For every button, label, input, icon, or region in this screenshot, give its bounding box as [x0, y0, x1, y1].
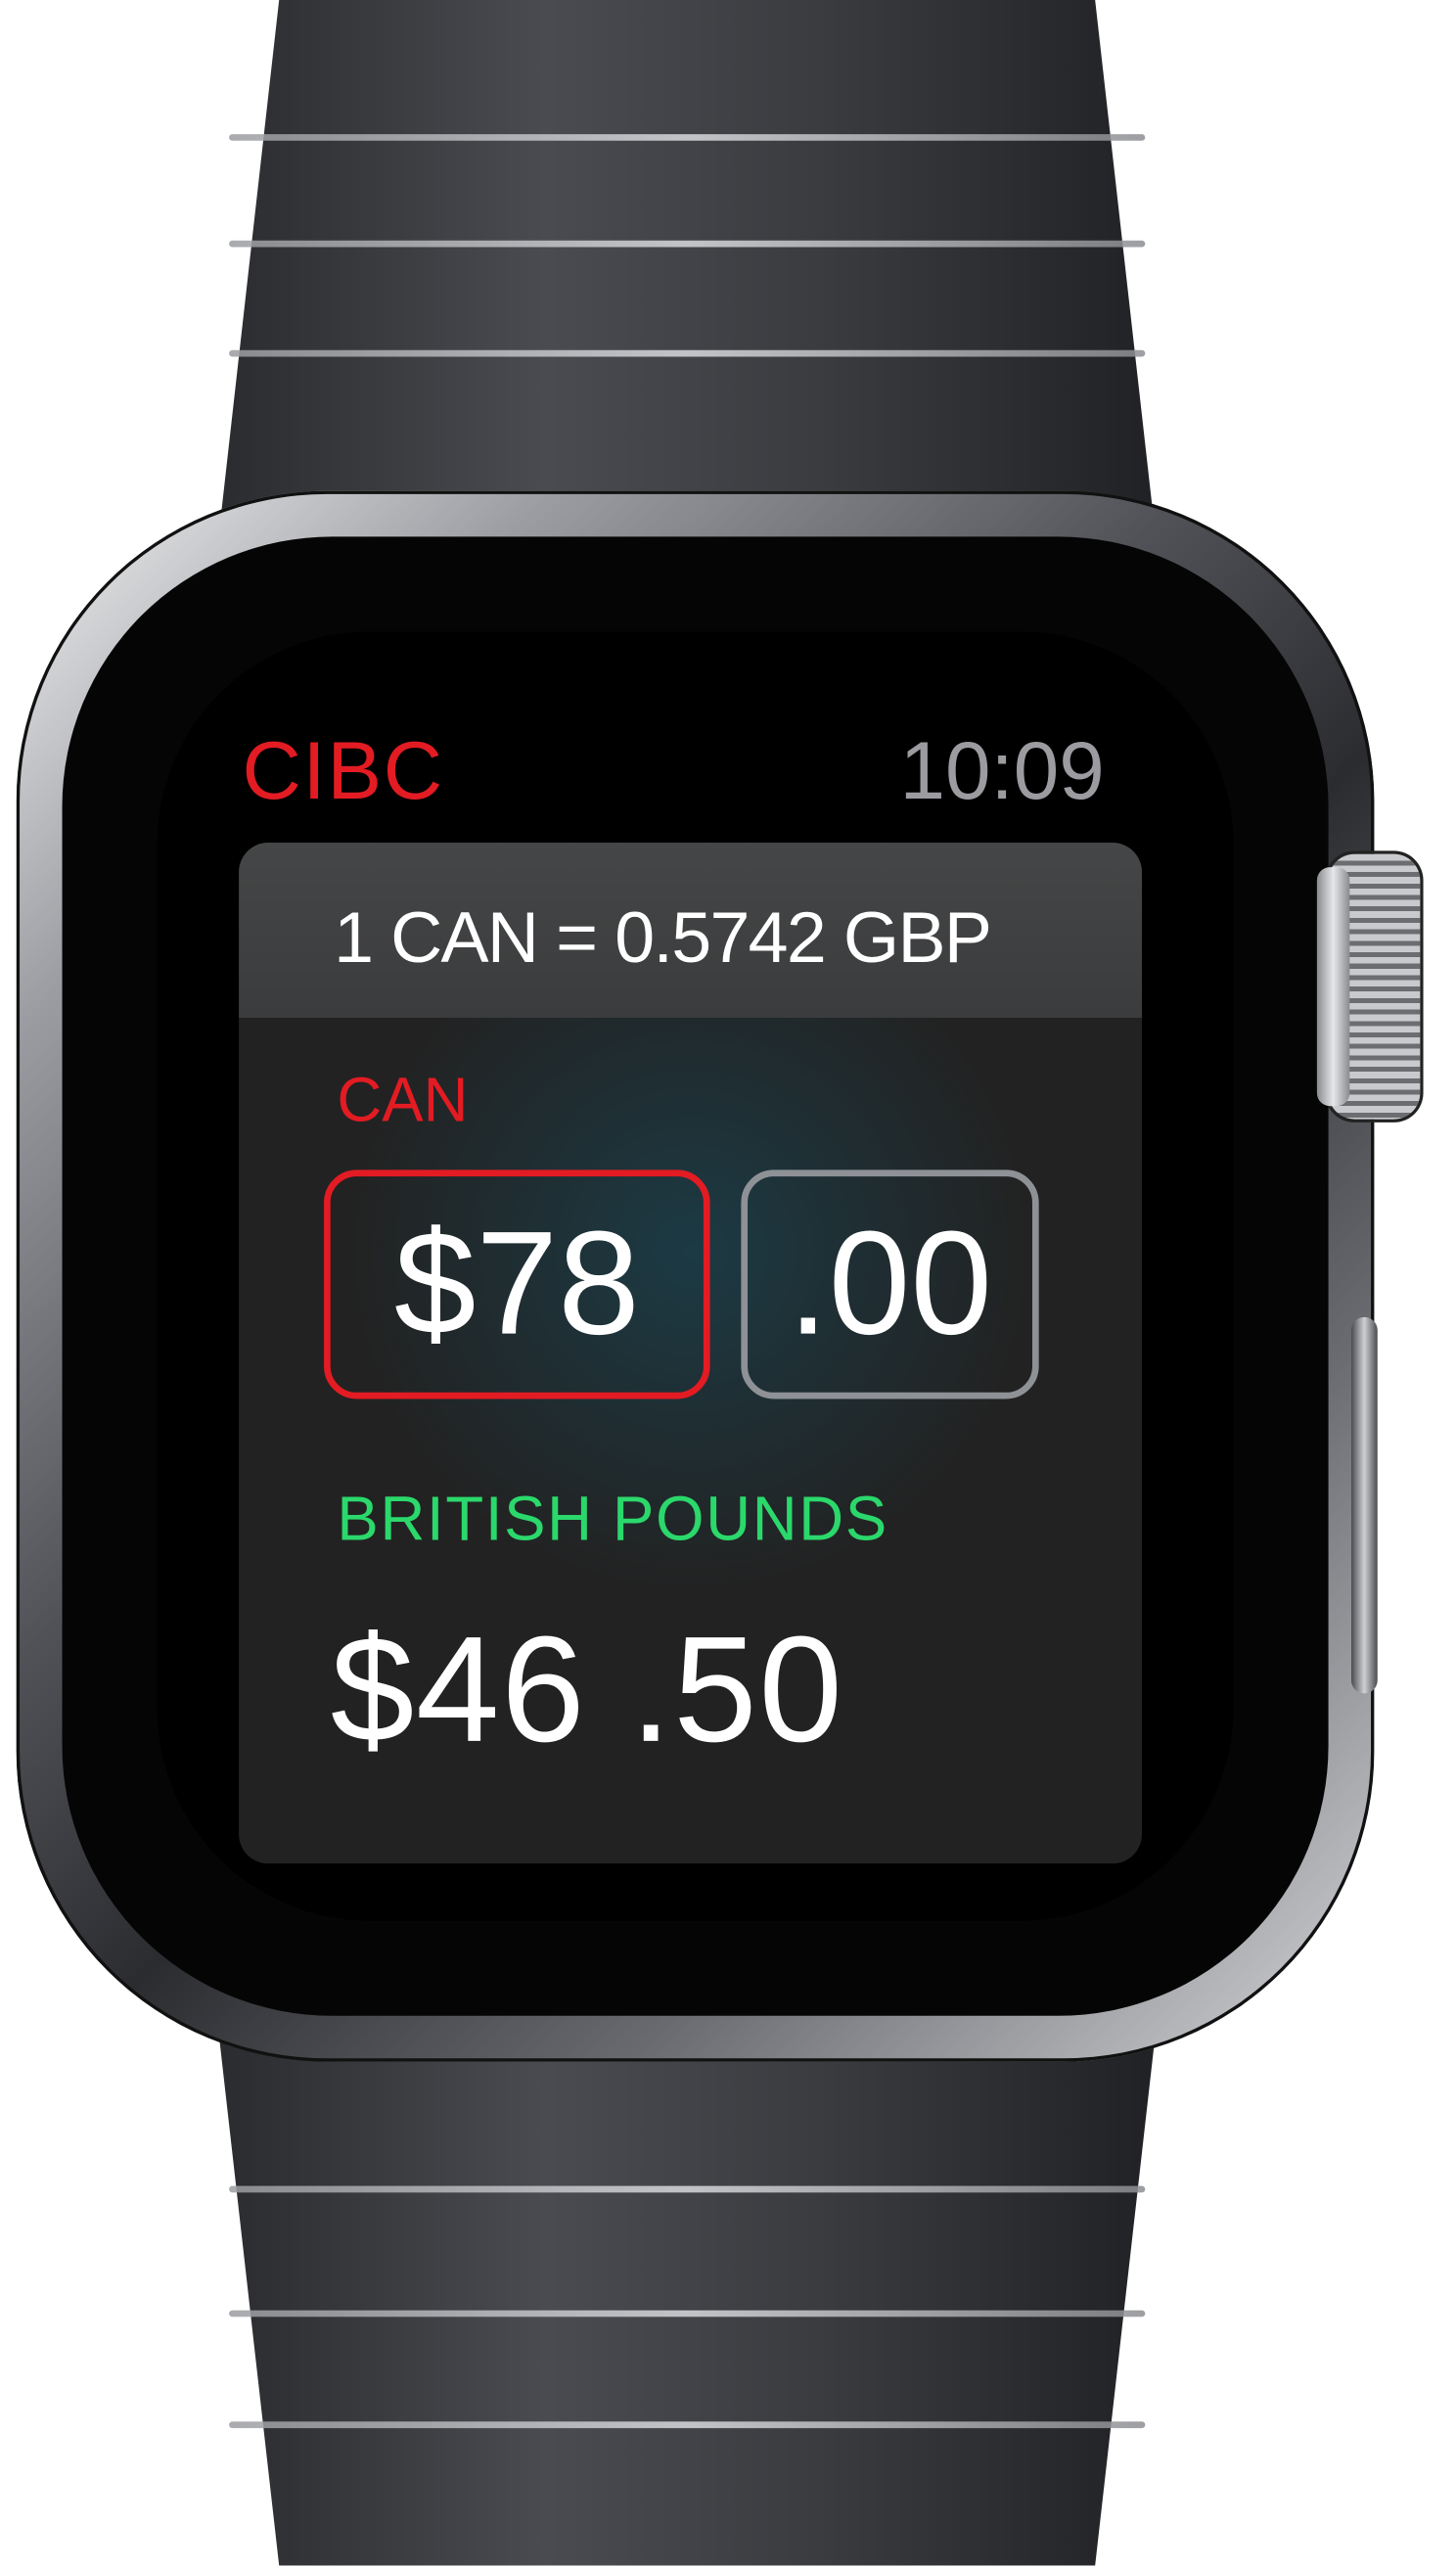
amount-cents-input[interactable]: .00: [741, 1169, 1039, 1399]
exchange-rate-bar: 1 CAN = 0.5742 GBP: [239, 843, 1142, 1018]
band-link: [229, 240, 1146, 248]
watch-mockup: CIBC 10:09 1 CAN = 0.5742 GBP CAN $78 .0…: [0, 0, 1456, 2566]
currency-converter-panel: 1 CAN = 0.5742 GBP CAN $78 .00 BRITISH P…: [239, 843, 1142, 1864]
band-link: [229, 134, 1146, 141]
target-currency-label: BRITISH POUNDS: [337, 1486, 888, 1555]
side-button-icon[interactable]: [1350, 1316, 1378, 1694]
band-link: [229, 349, 1146, 357]
band-link: [229, 2421, 1146, 2429]
amount-whole-input[interactable]: $78: [324, 1169, 710, 1399]
source-currency-label: CAN: [337, 1067, 469, 1136]
app-title: CIBC: [242, 724, 444, 817]
band-link: [229, 2185, 1146, 2193]
clock: 10:09: [899, 724, 1105, 817]
watch-band-bottom: [212, 1979, 1162, 2566]
crown-collar: [1316, 867, 1350, 1107]
exchange-rate-text: 1 CAN = 0.5742 GBP: [334, 897, 992, 979]
converted-amount: $46 .50: [330, 1606, 844, 1774]
band-link: [229, 2310, 1146, 2317]
